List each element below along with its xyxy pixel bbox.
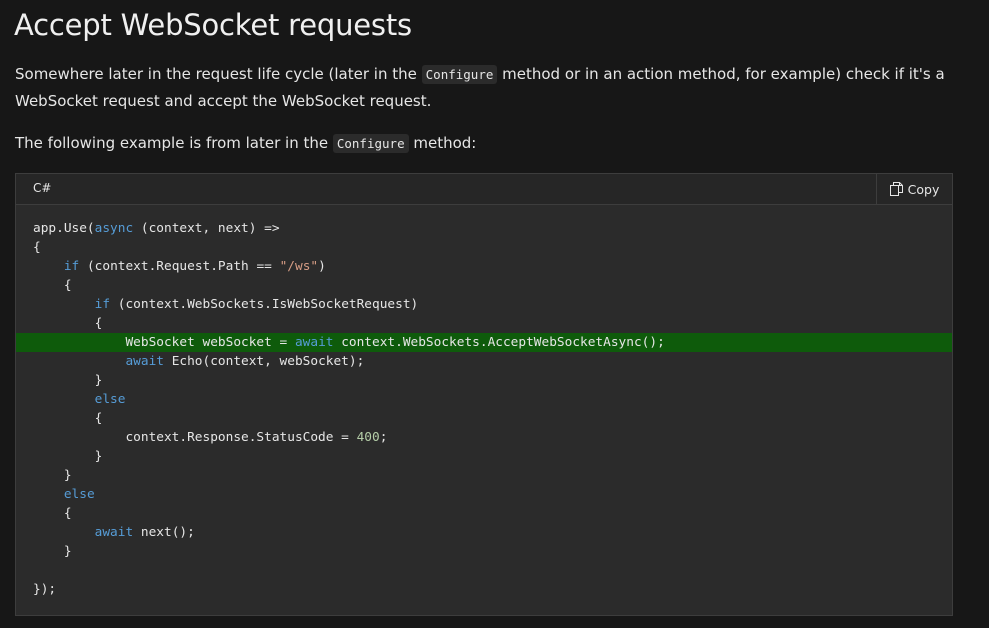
code-line: await next();: [16, 523, 952, 542]
code-token: if: [94, 297, 111, 312]
code-token: async: [94, 221, 134, 236]
code-token: ;: [379, 430, 388, 445]
code-token: }: [33, 449, 103, 464]
inline-code-configure: Configure: [421, 65, 498, 84]
code-line: context.Response.StatusCode = 400;: [16, 428, 952, 447]
code-token: await: [125, 354, 164, 369]
example-text-start: The following example is from later in t…: [15, 134, 333, 152]
code-line: if (context.Request.Path == "/ws"): [16, 257, 952, 276]
code-line: });: [16, 580, 952, 599]
code-token: else: [63, 487, 95, 502]
code-token: {: [33, 506, 72, 521]
code-token: {: [33, 411, 103, 426]
code-token: 400: [356, 430, 380, 445]
code-token: (context.WebSockets.IsWebSocketRequest): [110, 297, 419, 312]
code-line: if (context.WebSockets.IsWebSocketReques…: [16, 295, 952, 314]
example-paragraph: The following example is from later in t…: [15, 130, 955, 157]
code-token: await: [294, 335, 334, 350]
code-line: app.Use(async (context, next) =>: [16, 219, 952, 238]
copy-button[interactable]: Copy: [876, 174, 952, 204]
code-body[interactable]: app.Use(async (context, next) => { if (co…: [16, 219, 952, 599]
code-token: context.WebSockets.AcceptWebSocketAsync(…: [333, 335, 665, 350]
code-token: context.Response.StatusCode =: [33, 430, 357, 445]
code-token: }: [33, 544, 72, 559]
code-token: else: [94, 392, 126, 407]
code-token: app.Use(: [33, 221, 95, 236]
code-token: await: [94, 525, 134, 540]
code-block: C# Copy app.Use(async (context, next) =>…: [15, 173, 953, 616]
intro-paragraph: Somewhere later in the request life cycl…: [15, 61, 955, 115]
copy-button-label: Copy: [907, 181, 940, 197]
code-token: "/ws": [279, 259, 319, 274]
code-line: {: [16, 314, 952, 333]
code-token: {: [33, 316, 103, 331]
copy-icon: [889, 182, 903, 196]
code-line: }: [16, 466, 952, 485]
code-line: }: [16, 447, 952, 466]
code-language-label: C#: [33, 181, 52, 195]
code-token: (context, next) =>: [133, 221, 280, 236]
code-token: Echo(context, webSocket);: [163, 354, 365, 369]
inline-code-configure-2: Configure: [332, 134, 409, 153]
code-token: {: [33, 240, 41, 255]
code-block-header: C# Copy: [16, 174, 952, 205]
code-line: }: [16, 542, 952, 561]
code-line: {: [16, 238, 952, 257]
code-line: {: [16, 276, 952, 295]
code-line: else: [16, 485, 952, 504]
code-token: (context.Request.Path ==: [79, 259, 280, 274]
code-token: ): [318, 259, 326, 274]
code-line: }: [16, 371, 952, 390]
page-title: Accept WebSocket requests: [14, 8, 412, 42]
code-token: }: [33, 373, 103, 388]
code-token: if: [63, 259, 80, 274]
code-token: }: [33, 468, 72, 483]
code-token: WebSocket webSocket =: [33, 335, 295, 350]
code-token: });: [33, 582, 57, 597]
code-line: WebSocket webSocket = await context.WebS…: [16, 333, 952, 352]
code-line: else: [16, 390, 952, 409]
intro-text-start: Somewhere later in the request life cycl…: [15, 65, 422, 83]
code-line: await Echo(context, webSocket);: [16, 352, 952, 371]
code-token: {: [33, 278, 72, 293]
code-line: {: [16, 504, 952, 523]
code-token: next();: [133, 525, 195, 540]
code-line: {: [16, 409, 952, 428]
example-text-end: method:: [408, 134, 477, 152]
